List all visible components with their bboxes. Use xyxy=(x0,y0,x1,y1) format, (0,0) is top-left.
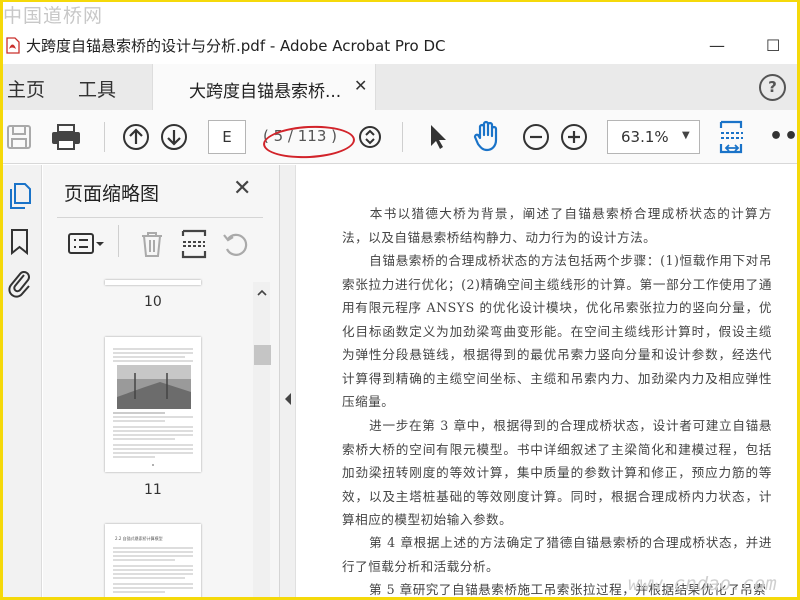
save-icon[interactable] xyxy=(6,123,32,155)
panel-divider xyxy=(57,217,263,218)
tab-bar: 主页 工具 大跨度自锚悬索桥... ✕ ? xyxy=(3,64,797,110)
tab-home[interactable]: 主页 xyxy=(7,75,45,102)
fit-page-icon[interactable] xyxy=(717,120,747,158)
scrollbar-thumb[interactable] xyxy=(254,345,271,365)
rotate-page-icon[interactable] xyxy=(222,231,250,261)
thumbnail-page[interactable] xyxy=(105,337,201,472)
zoom-in-icon[interactable] xyxy=(560,123,588,155)
panel-collapse-handle[interactable] xyxy=(280,165,296,598)
tab-document-label: 大跨度自锚悬索桥... xyxy=(189,82,342,102)
doc-paragraph: 进一步在第 3 章中，根据得到的合理成桥状态，设计者可建立自锚悬索桥大桥的空间有… xyxy=(342,418,772,527)
watermark-top: 中国道桥网 xyxy=(3,5,104,27)
thumbnail-scrollbar[interactable] xyxy=(253,282,270,598)
panel-title: 页面缩略图 xyxy=(64,183,160,205)
chevron-down-icon: ▼ xyxy=(682,130,690,141)
print-icon[interactable] xyxy=(50,123,82,155)
thumbnail-options-icon[interactable] xyxy=(68,232,106,260)
thumbnail-label: 10 xyxy=(144,294,162,310)
scroll-up-icon[interactable] xyxy=(256,283,268,302)
page-thumbnails-icon[interactable] xyxy=(8,182,34,214)
attachment-icon[interactable] xyxy=(7,268,33,302)
zoom-level-select[interactable]: 63.1% ▼ xyxy=(607,120,700,154)
previous-page-icon[interactable] xyxy=(122,123,150,155)
next-page-icon[interactable] xyxy=(160,123,188,155)
pdf-file-icon xyxy=(6,36,20,54)
window-title: 大跨度自锚悬索桥的设计与分析.pdf - Adobe Acrobat Pro D… xyxy=(26,36,446,55)
doc-paragraph: 本书以猎德大桥为背景，阐述了自锚悬索桥合理成桥状态的计算方法，以及自锚悬索桥结构… xyxy=(342,206,772,245)
toolbar-separator xyxy=(402,122,403,152)
select-pointer-icon[interactable] xyxy=(428,123,448,155)
main-toolbar: E ( 5 / 113 ) 63.1% ▼ ••• xyxy=(3,110,800,164)
watermark-bottom: www.cndao.com xyxy=(628,573,777,595)
zoom-level-value: 63.1% xyxy=(621,128,669,146)
more-tools-button[interactable]: ••• xyxy=(769,124,800,149)
thumbnail-heading: 2.2 自锚式悬索桥计算模型 xyxy=(115,535,163,541)
thumbnail-page[interactable] xyxy=(105,280,201,285)
document-view[interactable]: 本书以猎德大桥为背景，阐述了自锚悬索桥合理成桥状态的计算方法，以及自锚悬索桥结构… xyxy=(297,165,797,598)
doc-paragraph: 自锚悬索桥的合理成桥状态的方法包括两个步骤：(1)恒载作用下对吊索张拉力进行优化… xyxy=(342,253,772,409)
bookmark-icon[interactable] xyxy=(9,228,31,260)
tab-tools[interactable]: 工具 xyxy=(78,75,116,102)
toolbar-separator xyxy=(104,122,105,152)
navigation-rail xyxy=(3,165,42,598)
page-number-input[interactable]: E xyxy=(208,120,246,154)
panel-close-button[interactable]: ✕ xyxy=(233,176,251,201)
tab-close-button[interactable]: ✕ xyxy=(354,76,367,95)
page-stepper-icon[interactable] xyxy=(357,123,383,155)
delete-page-icon[interactable] xyxy=(140,230,164,262)
window-titlebar: 大跨度自锚悬索桥的设计与分析.pdf - Adobe Acrobat Pro D… xyxy=(3,28,797,62)
help-button[interactable]: ? xyxy=(759,74,786,101)
hand-tool-icon[interactable] xyxy=(472,120,502,156)
zoom-out-icon[interactable] xyxy=(522,123,550,155)
minimize-button[interactable]: — xyxy=(709,36,725,55)
thumbnail-page[interactable]: 2.2 自锚式悬索桥计算模型 xyxy=(105,524,201,600)
doc-paragraph: 第 4 章根据上述的方法确定了猎德自锚悬索桥的合理成桥状态，并进行了恒载分析和活… xyxy=(342,535,772,574)
insert-page-icon[interactable] xyxy=(180,229,208,263)
panel-separator xyxy=(118,225,119,257)
tab-document[interactable]: 大跨度自锚悬索桥... ✕ xyxy=(152,64,376,110)
collapse-arrow-icon[interactable] xyxy=(283,391,293,410)
thumbnail-label: 11 xyxy=(144,482,162,498)
maximize-button[interactable]: ☐ xyxy=(766,36,780,55)
thumbnail-panel: 页面缩略图 ✕ 10 11 2.2 自锚式悬索桥计算模型 xyxy=(43,165,280,600)
